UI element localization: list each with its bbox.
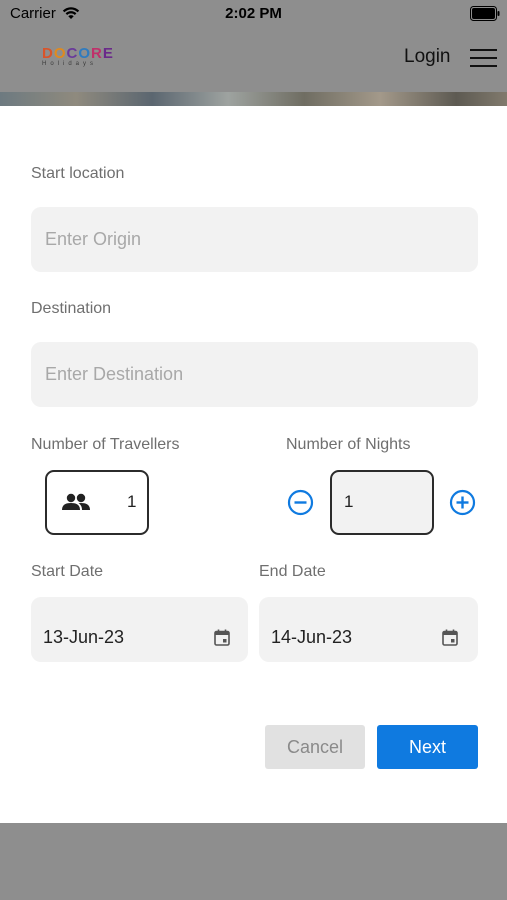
hero-image-strip: [0, 92, 507, 106]
travellers-value: 1: [127, 492, 137, 511]
destination-label: Destination: [31, 300, 112, 317]
clock-time: 2:02 PM: [225, 5, 282, 22]
next-button[interactable]: Next: [377, 725, 478, 769]
trip-form-card: Start location Destination Number of Tra…: [0, 106, 507, 823]
start-location-field[interactable]: [31, 207, 478, 272]
logo-subtext: Holidays: [42, 61, 98, 67]
start-date-label: Start Date: [31, 563, 104, 580]
hamburger-menu-icon[interactable]: [470, 49, 497, 67]
login-link[interactable]: Login: [404, 46, 451, 68]
calendar-icon[interactable]: [214, 629, 230, 646]
travellers-label: Number of Travellers: [31, 436, 180, 453]
calendar-icon[interactable]: [442, 629, 458, 646]
brand-logo[interactable]: DOCORE Holidays: [40, 45, 124, 71]
destination-field[interactable]: [31, 342, 478, 407]
start-date-field[interactable]: 13-Jun-23: [31, 597, 248, 662]
end-date-field[interactable]: 14-Jun-23: [259, 597, 478, 662]
travellers-counter[interactable]: 1: [45, 470, 149, 535]
end-date-value: 14-Jun-23: [271, 627, 353, 647]
nights-label: Number of Nights: [286, 436, 411, 453]
start-date-value: 13-Jun-23: [43, 627, 125, 647]
origin-input[interactable]: [31, 207, 478, 272]
app-header: DOCORE Holidays Login: [0, 28, 507, 92]
battery-icon: [470, 6, 500, 21]
people-icon: [62, 493, 90, 510]
cancel-button[interactable]: Cancel: [265, 725, 365, 769]
nights-counter[interactable]: 1: [330, 470, 434, 535]
minus-circle-icon[interactable]: [287, 489, 314, 516]
logo-word: DOCORE: [42, 45, 114, 62]
plus-circle-icon[interactable]: [449, 489, 476, 516]
destination-input[interactable]: [31, 342, 478, 407]
status-bar: Carrier 2:02 PM: [0, 0, 507, 28]
nights-value: 1: [344, 492, 354, 511]
end-date-label: End Date: [259, 563, 326, 580]
start-location-label: Start location: [31, 165, 125, 182]
